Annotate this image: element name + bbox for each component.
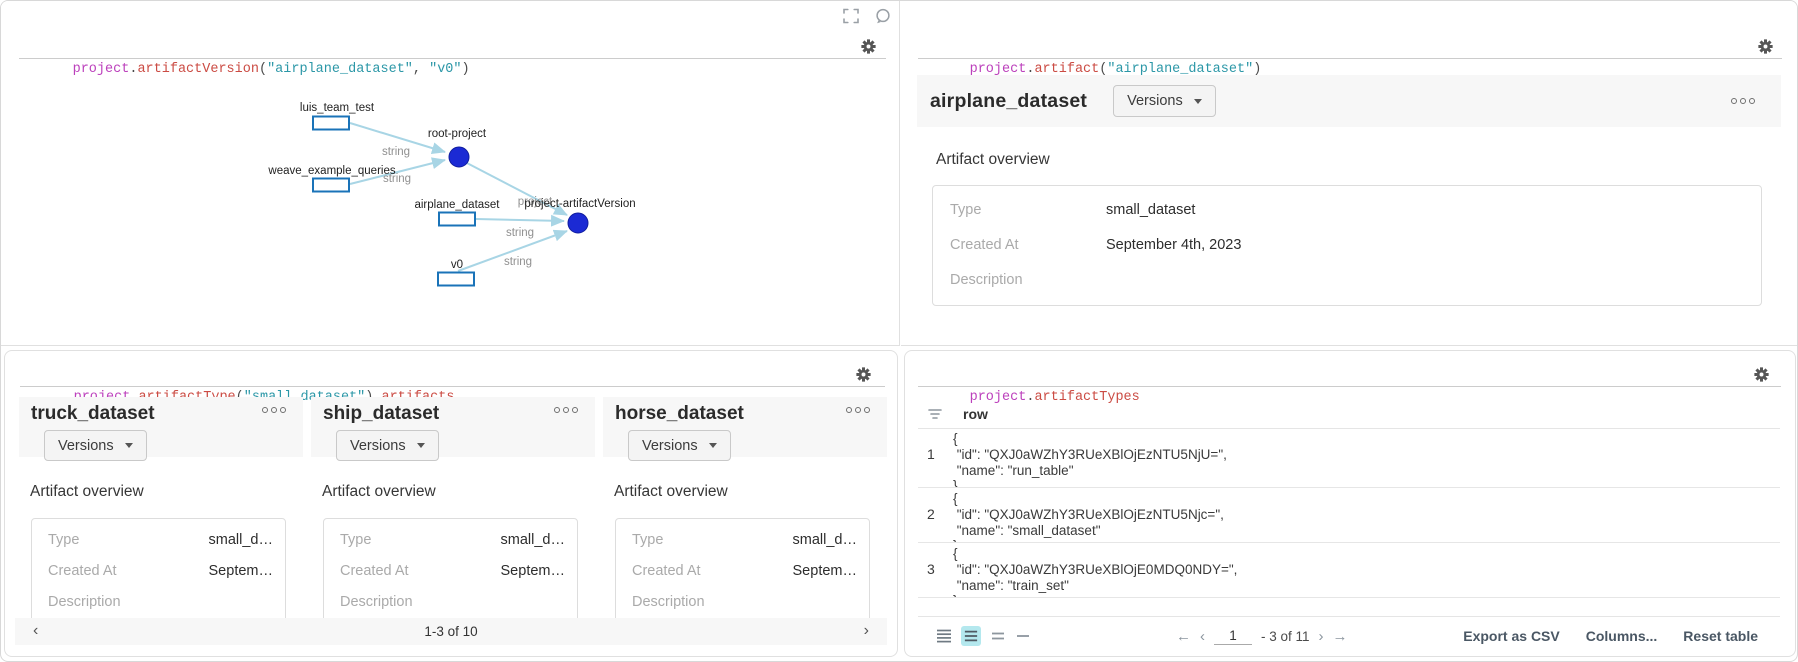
node-label: airplane_dataset [414,199,500,211]
page-range-label: 1-3 of 10 [424,624,477,639]
overview-section-title: Artifact overview [322,483,436,501]
expression-editor[interactable]: project.artifactType("small_dataset").ar… [20,362,885,387]
next-page-icon[interactable]: › [1319,628,1324,645]
panel-settings-gear-icon[interactable] [856,367,871,382]
table-row[interactable]: 1 { "id": "QXJ0aWZhY3RUeXBlOjEzNTU5NjU="… [918,428,1780,488]
artifact-card-horse-dataset: horse_dataset Versions Artifact overview… [603,397,887,618]
overview-row: Created At September 4th, 2023 [933,227,1761,262]
graph-node-project-artifactversion[interactable] [568,213,588,233]
table-body: 1 { "id": "QXJ0aWZhY3RUeXBlOjEzNTU5NjU="… [918,428,1780,616]
graph-node-airplane-dataset[interactable] [439,213,475,226]
expression-editor[interactable]: project.artifact("airplane_dataset") [918,34,1782,59]
versions-dropdown[interactable]: Versions [628,430,731,461]
density-single-icon[interactable] [1015,628,1031,644]
reset-table-button[interactable]: Reset table [1683,628,1758,644]
graph-node-luis-team-test[interactable] [313,117,349,130]
more-options-icon[interactable] [260,407,288,413]
table-header: row [918,399,1780,429]
overview-section-title: Artifact overview [614,483,728,501]
table-footer: ← ‹ - 3 of 11 › → Export as CSV Columns.… [918,616,1780,655]
panel-artifact-type-artifacts: project.artifactType("small_dataset").ar… [4,350,898,657]
prev-page-icon[interactable]: ‹ [33,618,38,645]
more-options-icon[interactable] [844,407,872,413]
cards-pagination-bar: ‹ 1-3 of 10 › [15,618,887,645]
row-json: { "id": "QXJ0aWZhY3RUeXBlOjEzNTU5Njc=", … [953,488,1780,542]
chevron-down-icon [125,443,133,448]
versions-dropdown[interactable]: Versions [1113,85,1216,117]
columns-button[interactable]: Columns... [1586,628,1658,644]
row-label: Description [950,272,1106,288]
artifact-header: airplane_dataset Versions [917,75,1781,127]
graph-node-v0[interactable] [438,273,474,286]
filter-icon[interactable] [927,407,943,421]
density-tall-icon[interactable] [990,628,1006,644]
chevron-down-icon [417,443,425,448]
row-json: { "id": "QXJ0aWZhY3RUeXBlOjE0MDQ0NDY=", … [953,543,1780,597]
weave-board: project.artifactVersion("airplane_datase… [0,0,1798,662]
more-options-icon[interactable] [552,407,580,413]
overview-table: Type small_dataset Created At September … [932,185,1762,306]
artifact-title: airplane_dataset [930,90,1087,113]
table-pagination: ← ‹ - 3 of 11 › → [1176,627,1348,645]
graph-node-root-project[interactable] [449,147,469,167]
node-label: v0 [451,259,463,271]
overview-row: Type small_dataset [933,192,1761,227]
chevron-down-icon [1194,99,1202,104]
row-value: September 4th, 2023 [1106,237,1241,253]
overview-table: Typesmall_d… Created AtSeptem… Descripti… [31,518,286,618]
artifact-card-truck-dataset: truck_dataset Versions Artifact overview… [19,397,303,618]
more-options-icon[interactable] [1729,98,1757,104]
table-actions: Export as CSV Columns... Reset table [1463,628,1758,644]
versions-dropdown[interactable]: Versions [44,430,147,461]
page-range-label: - 3 of 11 [1261,629,1310,644]
overview-section-title: Artifact overview [936,151,1050,169]
artifact-version-graph: string string project string string luis… [1,1,898,344]
node-label: luis_team_test [300,102,375,114]
prev-page-icon[interactable]: ‹ [1200,628,1205,645]
node-label: weave_example_queries [267,165,395,177]
density-compact-icon[interactable] [936,628,952,644]
panel-artifact: project.artifact("airplane_dataset") air… [901,1,1798,346]
overview-table: Typesmall_d… Created AtSeptem… Descripti… [323,518,578,618]
export-csv-button[interactable]: Export as CSV [1463,628,1559,644]
panel-artifact-version: project.artifactVersion("airplane_datase… [1,1,900,346]
column-header-row[interactable]: row [963,406,988,422]
panel-artifact-types: project.artifactTypes row 1 { "id": "QXJ… [904,350,1796,657]
panel-settings-gear-icon[interactable] [1758,39,1773,54]
chevron-down-icon [709,443,717,448]
row-number: 1 [918,428,953,487]
row-number: 2 [918,488,953,542]
graph-edge [476,219,564,221]
row-density-controls [936,626,1031,646]
row-label: Created At [950,237,1106,253]
edge-label: string [506,227,534,239]
row-value: small_dataset [1106,202,1195,218]
first-page-icon[interactable]: ← [1176,628,1191,645]
overview-row: Description [933,262,1761,297]
edge-label: string [504,256,532,268]
row-label: Type [950,202,1106,218]
page-number-input[interactable] [1214,627,1252,645]
overview-table: Typesmall_d… Created AtSeptem… Descripti… [615,518,870,618]
last-page-icon[interactable]: → [1333,628,1348,645]
versions-dropdown[interactable]: Versions [336,430,439,461]
density-medium-icon-selected[interactable] [961,626,981,646]
next-page-icon[interactable]: › [864,618,869,645]
node-label: project-artifactVersion [524,198,635,210]
row-json: { "id": "QXJ0aWZhY3RUeXBlOjEzNTU5NjU=", … [953,428,1780,487]
panel-settings-gear-icon[interactable] [1754,367,1769,382]
table-row[interactable]: 2 { "id": "QXJ0aWZhY3RUeXBlOjEzNTU5Njc="… [918,488,1780,543]
overview-section-title: Artifact overview [30,483,144,501]
table-row[interactable]: 3 { "id": "QXJ0aWZhY3RUeXBlOjE0MDQ0NDY="… [918,543,1780,598]
artifact-card-ship-dataset: ship_dataset Versions Artifact overview … [311,397,595,618]
edge-label: string [382,146,410,158]
row-number: 3 [918,543,953,597]
node-label: root-project [428,128,487,140]
graph-node-weave-example-queries[interactable] [313,179,349,192]
expression-editor[interactable]: project.artifactTypes [918,362,1781,387]
